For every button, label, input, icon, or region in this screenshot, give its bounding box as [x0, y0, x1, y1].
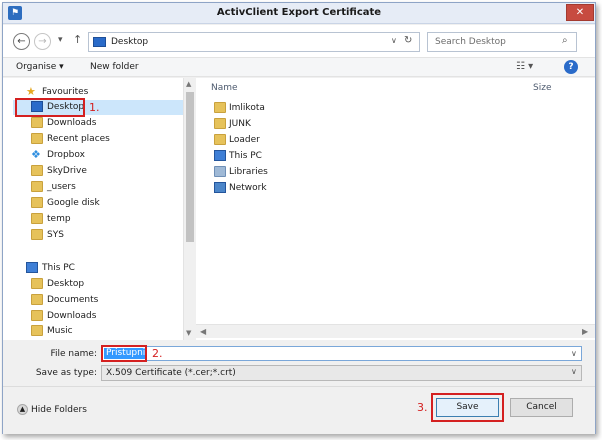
scroll-right-icon[interactable]: ▶: [582, 327, 588, 336]
sidebar-item-label: Favourites: [42, 87, 89, 97]
folder-icon: [214, 134, 226, 145]
new-folder-button[interactable]: New folder: [90, 62, 139, 72]
file-list-horizontal-scrollbar[interactable]: ◀ ▶: [196, 324, 595, 338]
save-type-select[interactable]: X.509 Certificate (*.cer;*.crt) ∨: [101, 365, 582, 381]
close-button[interactable]: ✕: [566, 4, 594, 21]
sidebar-item-label: temp: [47, 214, 71, 224]
network-icon: [214, 182, 226, 193]
address-dropdown-icon[interactable]: ∨: [391, 36, 397, 45]
folder-icon: [31, 294, 43, 305]
forward-button[interactable]: →: [34, 33, 51, 50]
window-title: ActivClient Export Certificate: [216, 7, 382, 18]
search-placeholder: Search Desktop: [435, 37, 506, 47]
sidebar-item-label: _users: [47, 182, 76, 192]
sidebar-item-label: Desktop: [47, 279, 85, 289]
computer-icon: [26, 262, 38, 273]
back-button[interactable]: ←: [13, 33, 30, 50]
up-button[interactable]: ↑: [73, 33, 82, 46]
export-certificate-dialog: ⚑ ActivClient Export Certificate ✕ ← → ▾…: [2, 2, 596, 434]
title-bar: ⚑ ActivClient Export Certificate ✕: [3, 3, 595, 24]
folder-icon: [31, 181, 43, 192]
scroll-thumb[interactable]: [186, 92, 194, 242]
file-item-label: Loader: [229, 135, 260, 145]
sidebar-item-label: Downloads: [47, 118, 97, 128]
save-type-label: Save as type:: [35, 368, 97, 378]
column-header-size[interactable]: Size: [533, 83, 551, 93]
column-header-name[interactable]: Name: [211, 83, 238, 93]
folder-icon: [31, 278, 43, 289]
annotation-highlight-filename: [101, 345, 147, 362]
navigation-bar: ← → ▾ ↑ Desktop ∨ ↻ Search Desktop ⌕: [3, 25, 595, 57]
file-item-label: Imlikota: [229, 103, 265, 113]
view-options-icon[interactable]: ☷ ▾: [516, 61, 533, 72]
search-input[interactable]: Search Desktop ⌕: [427, 32, 577, 52]
folder-icon: [31, 165, 43, 176]
hide-folders-label: Hide Folders: [31, 405, 87, 415]
save-type-chevron-icon[interactable]: ∨: [571, 367, 577, 376]
annotation-step1: 1.: [89, 101, 100, 114]
library-icon: [214, 166, 226, 177]
command-toolbar: Organise ▾ New folder ☷ ▾ ?: [3, 57, 595, 77]
search-icon: ⌕: [562, 35, 568, 46]
organise-menu[interactable]: Organise ▾: [16, 62, 64, 72]
annotation-step3: 3.: [417, 401, 428, 414]
sidebar-item-label: Dropbox: [47, 150, 85, 160]
help-icon[interactable]: ?: [564, 60, 578, 74]
folder-icon: [31, 197, 43, 208]
file-name-dropdown-icon[interactable]: ∨: [571, 349, 577, 358]
annotation-highlight-desktop: [15, 98, 85, 117]
save-form: File name: Pristupni ∨ 2. Save as type: …: [3, 340, 595, 385]
file-name-input[interactable]: Pristupni ∨: [101, 346, 582, 361]
recent-locations-chevron-icon[interactable]: ▾: [58, 35, 63, 45]
user-folder-icon: [214, 102, 226, 113]
sidebar-item-label: Downloads: [47, 311, 97, 321]
refresh-icon[interactable]: ↻: [404, 35, 412, 46]
sidebar-item-label: SkyDrive: [47, 166, 87, 176]
annotation-step2: 2.: [152, 347, 163, 360]
save-button[interactable]: Save: [436, 398, 499, 417]
file-name-label: File name:: [50, 349, 97, 359]
address-bar[interactable]: Desktop ∨ ↻: [88, 32, 420, 52]
scroll-left-icon[interactable]: ◀: [200, 327, 206, 336]
folder-icon: [31, 310, 43, 321]
sidebar-item-label: This PC: [42, 263, 75, 273]
hide-folders-button[interactable]: ▲ Hide Folders: [17, 404, 87, 415]
sidebar-scrollbar[interactable]: ▲ ▼: [183, 78, 195, 340]
file-list-pane: Name Size Imlikota JUNK Loader This PC L…: [196, 78, 595, 340]
navigation-pane: ★ Favourites Desktop Downloads Recent pl…: [3, 78, 195, 340]
cancel-button[interactable]: Cancel: [510, 398, 573, 417]
star-icon: ★: [26, 85, 36, 98]
computer-icon: [214, 150, 226, 161]
file-item-label: Network: [229, 183, 267, 193]
file-item-label: Libraries: [229, 167, 268, 177]
dialog-footer: ▲ Hide Folders 3. Save Cancel: [3, 386, 595, 434]
file-item-label: This PC: [229, 151, 262, 161]
folder-icon: [214, 118, 226, 129]
save-type-value: X.509 Certificate (*.cer;*.crt): [106, 368, 236, 378]
sidebar-item-label: Google disk: [47, 198, 100, 208]
sidebar-item-label: Music: [47, 326, 73, 336]
address-location: Desktop: [111, 37, 149, 47]
folder-icon: [31, 213, 43, 224]
desktop-icon: [93, 37, 106, 47]
scroll-down-icon[interactable]: ▼: [186, 329, 191, 337]
dropbox-icon: ❖: [31, 148, 41, 161]
scroll-up-icon[interactable]: ▲: [186, 80, 191, 88]
sidebar-item-label: Recent places: [47, 134, 110, 144]
folder-icon: [31, 229, 43, 240]
folder-icon: [31, 133, 43, 144]
chevron-up-icon: ▲: [17, 404, 28, 415]
folder-icon: [31, 117, 43, 128]
folder-icon: [31, 325, 43, 336]
sidebar-item-label: Documents: [47, 295, 99, 305]
sidebar-item-label: SYS: [47, 230, 64, 240]
file-item-label: JUNK: [229, 119, 251, 129]
